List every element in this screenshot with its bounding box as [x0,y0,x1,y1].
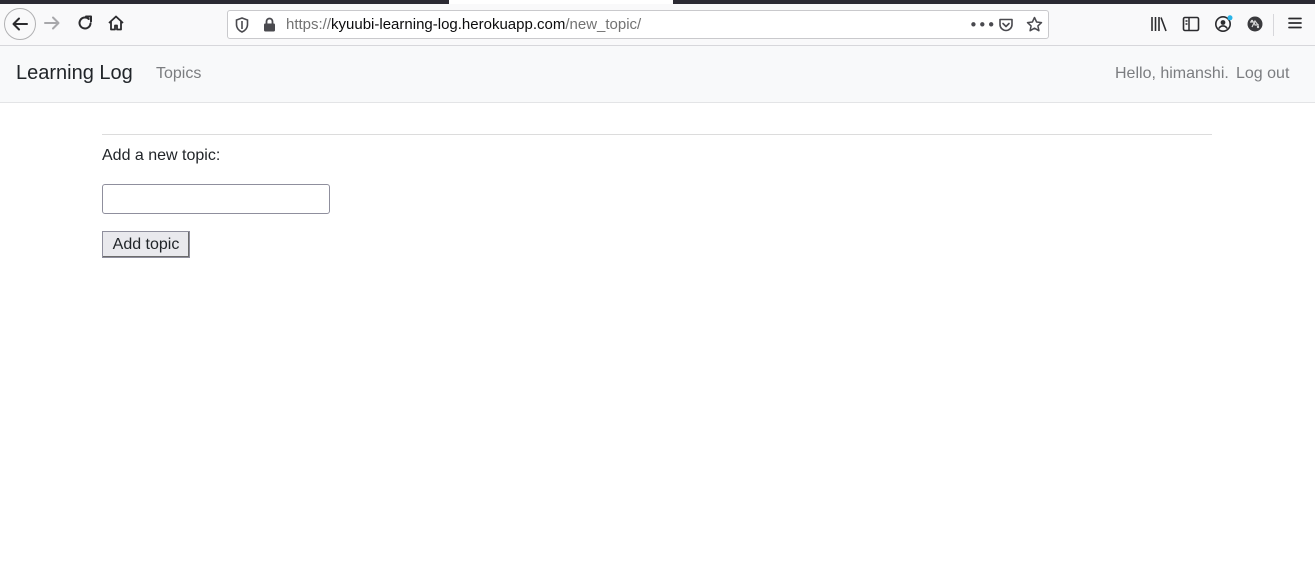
pocket-icon[interactable] [998,17,1014,37]
extension-icon[interactable] [1246,15,1264,37]
content-divider [102,134,1212,135]
brand-link[interactable]: Learning Log [16,62,133,85]
tracking-shield-icon[interactable] [235,17,249,37]
reload-button[interactable] [70,8,100,38]
arrow-left-icon [12,17,28,31]
account-icon[interactable] [1214,15,1234,37]
lock-icon[interactable] [263,17,276,36]
logout-link[interactable]: Log out [1236,65,1289,83]
browser-toolbar: https://kyuubi-learning-log.herokuapp.co… [0,4,1315,46]
bookmark-star-icon[interactable] [1026,16,1043,37]
library-icon[interactable] [1150,15,1168,37]
url-scheme: https:// [286,16,332,33]
address-bar[interactable]: https://kyuubi-learning-log.herokuapp.co… [227,10,1049,39]
url-text[interactable]: https://kyuubi-learning-log.herokuapp.co… [286,16,641,33]
nav-topics-link[interactable]: Topics [156,65,201,83]
toolbar-separator [1273,14,1274,36]
topic-label: Add a new topic: [102,147,221,164]
page-actions-more-icon[interactable]: ••• [969,16,996,34]
sidebar-icon[interactable] [1182,15,1200,37]
home-icon [108,15,124,31]
site-navbar: Learning Log Topics Hello, himanshi. Log… [0,46,1315,103]
hamburger-menu-icon[interactable] [1287,15,1303,35]
add-topic-button[interactable]: Add topic [102,231,190,258]
topic-input[interactable] [102,184,330,214]
forward-button[interactable] [37,8,67,38]
user-greeting: Hello, himanshi. [1115,65,1229,82]
back-button[interactable] [4,8,36,40]
arrow-right-icon [44,16,60,30]
url-path: /new_topic/ [565,16,642,33]
url-host: kyuubi-learning-log.herokuapp.com [331,16,566,33]
reload-icon [78,15,92,30]
home-button[interactable] [101,8,131,38]
